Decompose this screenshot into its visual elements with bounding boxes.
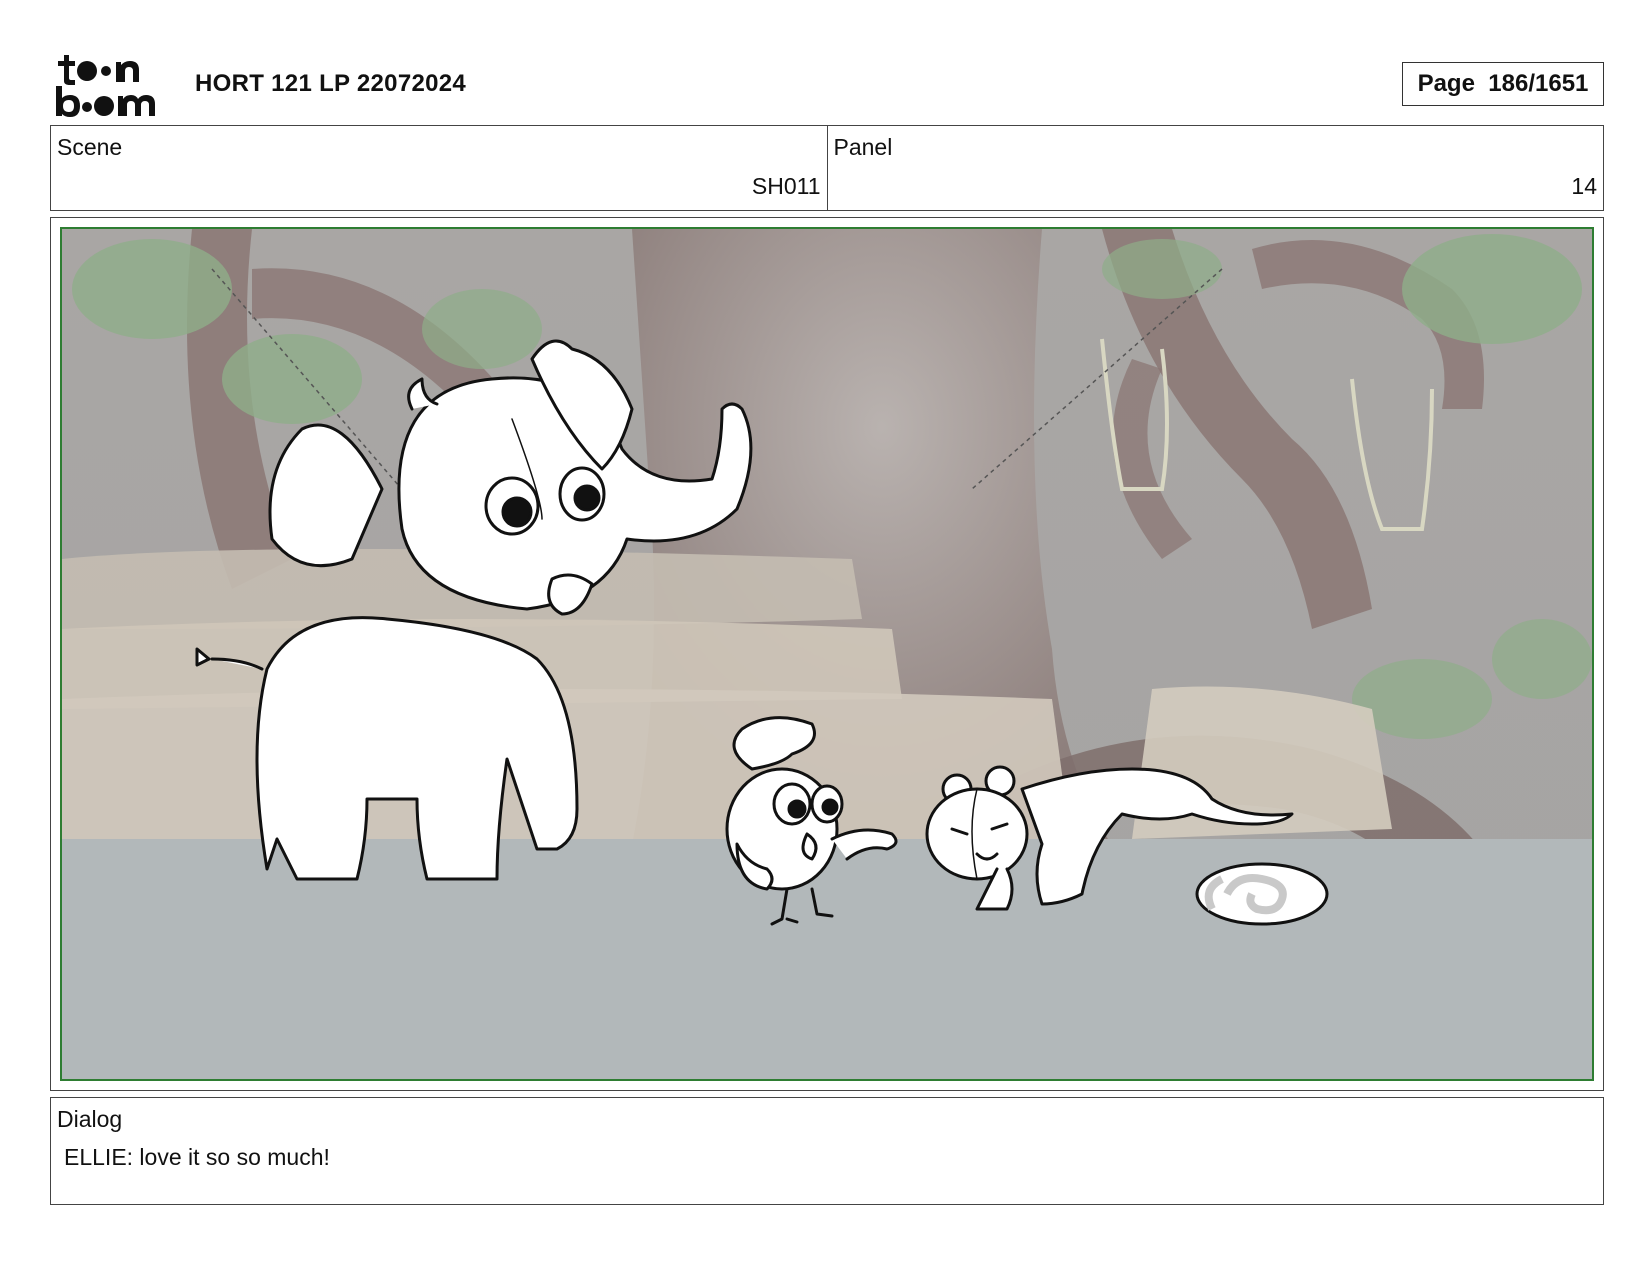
dialog-text: ELLIE: love it so so much!: [64, 1144, 330, 1170]
scene-cell: Scene SH011: [51, 126, 827, 210]
page-number: 186/1651: [1488, 70, 1589, 97]
storyboard-panel-frame: [50, 217, 1604, 1091]
toonboom-logo: [54, 52, 172, 118]
panel-cell: Panel 14: [826, 126, 1604, 210]
dialog-box: Dialog ELLIE: love it so so much!: [50, 1097, 1604, 1205]
ball-object: [1195, 862, 1329, 926]
scene-panel-info: Scene SH011 Panel 14: [50, 125, 1604, 211]
panel-value: 14: [1571, 173, 1597, 199]
document-title: HORT 121 LP 22072024: [195, 70, 467, 97]
page-label: Page: [1417, 70, 1475, 97]
scene-value: SH011: [751, 173, 821, 199]
dialog-label: Dialog: [57, 1106, 123, 1132]
storyboard-panel-image: [60, 227, 1594, 1081]
scene-label: Scene: [57, 134, 123, 160]
panel-label: Panel: [833, 134, 893, 160]
page-indicator: Page 186/1651: [1402, 62, 1604, 106]
